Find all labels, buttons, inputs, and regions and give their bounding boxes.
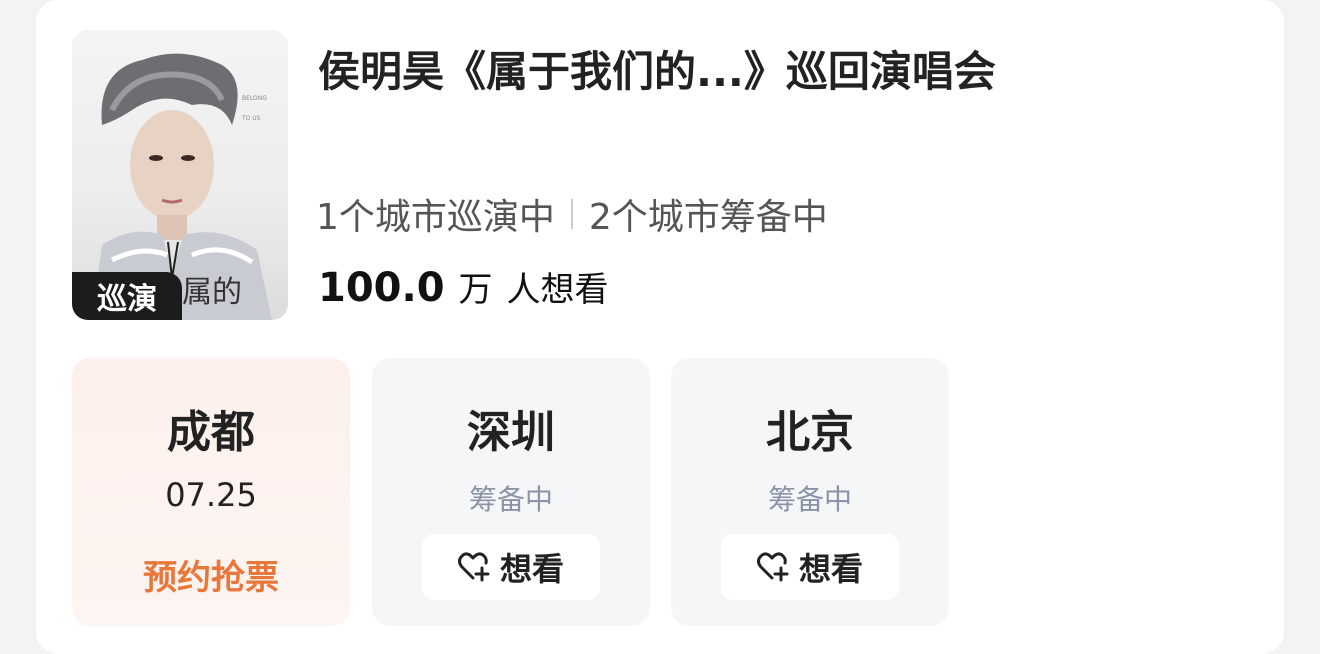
want-label: 人想看 (506, 270, 609, 310)
city-name: 北京 (766, 407, 854, 458)
want-to-see-button[interactable]: 想看 (721, 534, 899, 600)
city-status: 筹备中 (767, 483, 852, 516)
want-unit: 万 (458, 270, 493, 310)
city-card-chengdu[interactable]: 成都 07.25 预约抢票 (72, 358, 350, 626)
svg-text:BELONG: BELONG (242, 95, 267, 102)
heart-plus-icon (756, 552, 789, 582)
city-name: 成都 (167, 407, 255, 458)
city-date: 07.25 (165, 476, 257, 514)
tour-badge: 巡演 (72, 272, 182, 320)
svg-text:TO US: TO US (241, 115, 261, 122)
city-status-summary: 1个城市巡演中 2个城市筹备中 (316, 188, 828, 240)
want-number: 100.0 (318, 265, 445, 311)
want-to-see-label: 想看 (499, 550, 564, 588)
city-status: 筹备中 (468, 483, 553, 516)
city-card-beijing[interactable]: 北京 筹备中 想看 (671, 358, 949, 626)
city-name: 深圳 (467, 407, 555, 458)
preparing-count: 2个城市筹备中 (588, 197, 828, 238)
want-to-see-button[interactable]: 想看 (422, 534, 600, 600)
heart-plus-icon (457, 552, 490, 582)
touring-count: 1个城市巡演中 (316, 197, 555, 238)
city-card-shenzhen[interactable]: 深圳 筹备中 想看 (372, 358, 650, 626)
want-to-see-label: 想看 (798, 550, 863, 588)
reserve-tickets-button[interactable]: 预约抢票 (72, 550, 350, 599)
want-count: 100.0 万 人想看 (318, 262, 609, 311)
event-title[interactable]: 侯明昊《属于我们的...》巡回演唱会 (318, 38, 996, 99)
svg-text:属的: 属的 (182, 275, 242, 310)
event-poster[interactable]: 属的 BELONG TO US 巡演 (72, 30, 288, 320)
divider (570, 199, 573, 229)
